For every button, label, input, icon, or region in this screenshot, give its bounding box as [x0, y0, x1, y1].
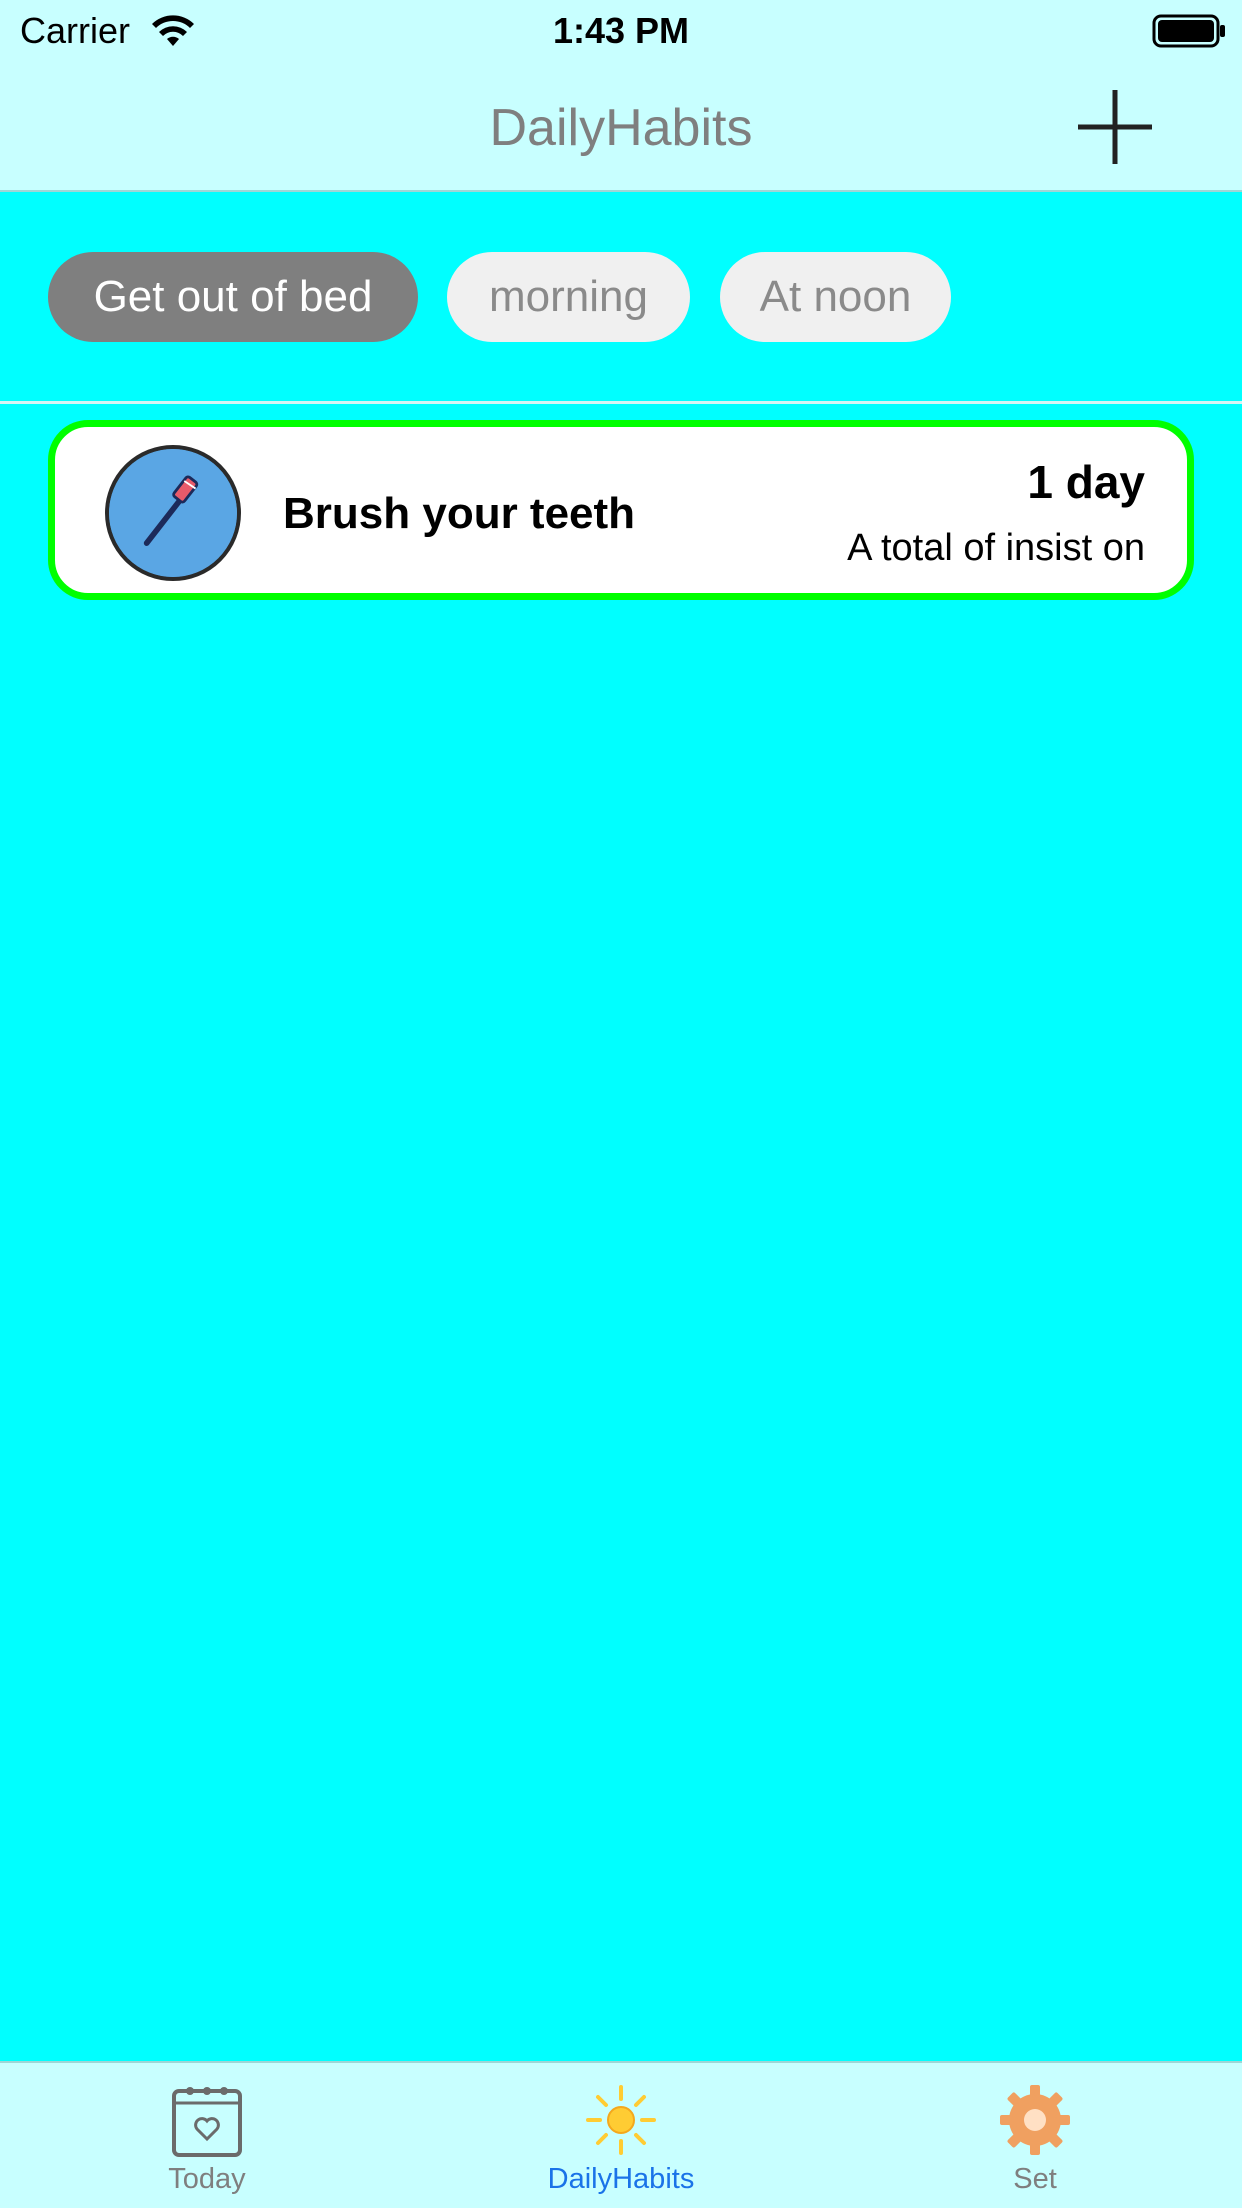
habit-card[interactable]: Brush your teeth 1 day A total of insist… [48, 420, 1194, 600]
tab-dailyhabits[interactable]: DailyHabits [414, 2063, 828, 2208]
navigation-bar: DailyHabits [0, 62, 1242, 192]
sun-icon [586, 2085, 656, 2155]
chip-get-out-of-bed[interactable]: Get out of bed [48, 252, 418, 342]
page-title: DailyHabits [489, 99, 753, 157]
habit-days-count: 1 day [1027, 456, 1145, 508]
tab-today[interactable]: Today [0, 2063, 414, 2208]
tab-label-set: Set [1013, 2163, 1057, 2195]
status-time: 1:43 PM [552, 10, 690, 51]
habit-icon-circle [105, 445, 241, 581]
screen: Carrier 1:43 PM DailyHabits Get out of b… [0, 0, 1242, 2208]
habit-total-caption: A total of insist on [847, 527, 1145, 569]
time-filter-bar: Get out of bed morning At noon [0, 192, 1242, 402]
gear-icon [1000, 2085, 1070, 2155]
calendar-heart-icon [172, 2087, 242, 2157]
habit-name: Brush your teeth [283, 489, 636, 538]
add-habit-button[interactable] [1072, 84, 1158, 170]
status-bar: Carrier 1:43 PM [0, 0, 1242, 62]
chip-morning[interactable]: morning [447, 252, 690, 342]
tab-bar: Today DailyHabits Set [0, 2061, 1242, 2208]
tab-set[interactable]: Set [828, 2063, 1242, 2208]
tab-label-dailyhabits: DailyHabits [547, 2163, 695, 2195]
tab-label-today: Today [168, 2163, 246, 2195]
chip-at-noon[interactable]: At noon [720, 252, 951, 342]
plus-icon [1078, 90, 1152, 164]
divider [0, 401, 1242, 404]
battery-icon [1152, 14, 1225, 48]
toothbrush-icon [109, 449, 237, 577]
